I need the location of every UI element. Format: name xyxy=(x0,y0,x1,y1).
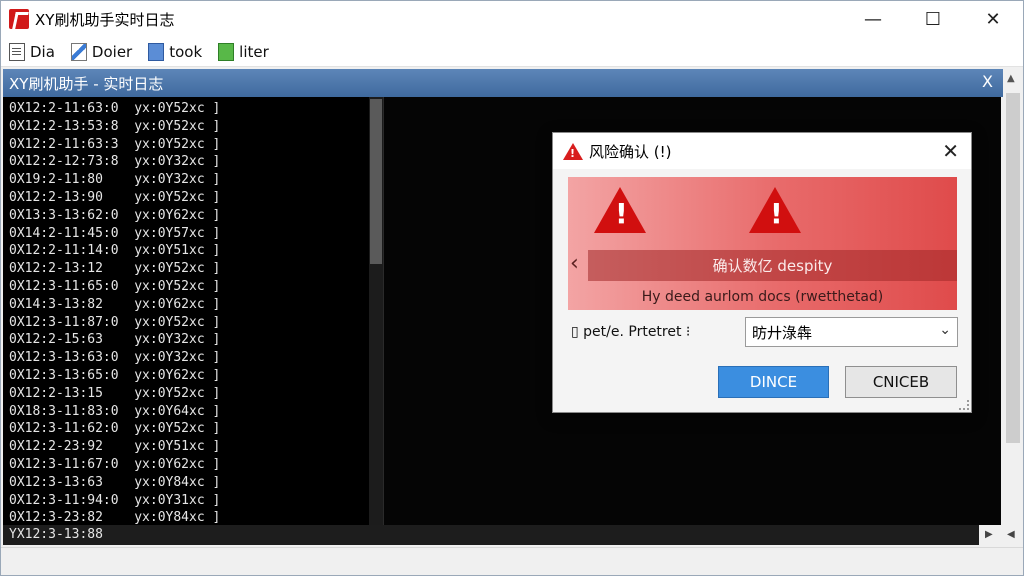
log-line: 0X12:2-11:63:0 yx:0Y52xc ] xyxy=(9,101,221,116)
option-select-value: 昉廾淥犇 xyxy=(752,323,813,342)
log-line: 0X14:3-13:82 yx:0Y62xc ] xyxy=(9,296,221,312)
warning-icon xyxy=(594,187,646,233)
log-line: 0X12:3-11:65:0 yx:0Y52xc ] xyxy=(9,278,221,294)
log-line: 0X12:3-13:63:0 yx:0Y32xc ] xyxy=(9,350,221,366)
option-select[interactable]: 昉廾淥犇 ⌄ xyxy=(745,317,958,347)
log-line: 0X12:2-11:63:3 yx:0Y52xc ] xyxy=(9,136,221,152)
log-line: 0X18:3-11:83:0 yx:0Y64xc ] xyxy=(9,403,221,419)
log-line: 0X12:2-11:14:0 yx:0Y51xc ] xyxy=(9,243,221,259)
log-line: 0X12:2-15:63 yx:0Y32xc ] xyxy=(9,332,221,348)
log-line: 0X12:3-13:63 yx:0Y84xc ] xyxy=(9,474,221,490)
log-line: 0X12:2-13:12 yx:0Y52xc ] xyxy=(9,261,221,277)
option-label: ▯ pet/e. Prtetret ⁝ xyxy=(571,324,691,340)
menu-item-label: took xyxy=(169,42,203,61)
minimize-button[interactable]: — xyxy=(843,1,903,37)
dialog-close-button[interactable]: ✕ xyxy=(942,139,959,163)
warning-icon xyxy=(563,142,583,160)
window-title: XY刷机助手实时日志 xyxy=(35,10,175,29)
pencil-icon xyxy=(70,42,87,61)
horizontal-scrollbar[interactable]: ▶ ◀ xyxy=(979,525,1023,545)
log-panel-header: XY刷机助手 - 实时日志 X xyxy=(3,69,1003,97)
dialog-title: 风险确认 (!) xyxy=(589,142,672,161)
title-bar: XY刷机助手实时日志 — ☐ ✕ xyxy=(1,1,1023,37)
log-line: 0X12:3-23:82 yx:0Y84xc ] xyxy=(9,510,221,525)
close-button[interactable]: ✕ xyxy=(963,1,1023,37)
panel-title: XY刷机助手 - 实时日志 xyxy=(9,74,164,93)
log-status-line: YX12:3-13:88 xyxy=(3,525,979,545)
log-scrollbar-thumb[interactable] xyxy=(370,99,382,264)
chevron-left-icon[interactable]: ‹ xyxy=(570,251,579,276)
app-logo-icon xyxy=(9,9,29,29)
menu-item-liter[interactable]: liter xyxy=(218,42,269,61)
log-line: 0X12:3-11:94:0 yx:0Y31xc ] xyxy=(9,492,221,508)
status-bar xyxy=(1,547,1023,575)
warning-banner: ‹ 确认数亿 despity Hy deed aurlom docs (rwet… xyxy=(568,177,957,310)
menu-item-label: Dia xyxy=(30,42,55,61)
document-icon xyxy=(9,42,25,61)
maximize-button[interactable]: ☐ xyxy=(903,1,963,37)
log-line: 0X12:3-11:87:0 yx:0Y52xc ] xyxy=(9,314,221,330)
menu-item-label: liter xyxy=(239,42,269,61)
log-line: 0X12:2-13:15 yx:0Y52xc ] xyxy=(9,385,221,401)
monitor-icon xyxy=(218,42,235,61)
log-line: 0X12:2-13:53:8 yx:0Y52xc ] xyxy=(9,118,221,134)
menu-item-dia[interactable]: Dia xyxy=(9,42,55,61)
log-line: 0X13:3-13:62:0 yx:0Y62xc ] xyxy=(9,207,221,223)
resize-grip-icon[interactable] xyxy=(959,400,969,410)
banner-headline: 确认数亿 despity xyxy=(588,250,957,281)
risk-confirm-dialog: 风险确认 (!) ✕ ‹ 确认数亿 despity Hy deed aurlom… xyxy=(552,132,972,413)
app-window: XY刷机助手实时日志 — ☐ ✕ Dia Doier took liter XY… xyxy=(0,0,1024,576)
warning-icon xyxy=(749,187,801,233)
menu-item-label: Doier xyxy=(91,42,133,61)
scroll-up-icon[interactable]: ▲ xyxy=(1007,73,1015,84)
dialog-title-bar: 风险确认 (!) ✕ xyxy=(553,133,971,169)
log-pane[interactable]: 0X12:2-11:63:0 yx:0Y52xc ] 0X12:2-13:53:8… xyxy=(3,97,369,525)
panel-close-button[interactable]: X xyxy=(982,72,993,91)
confirm-button[interactable]: DINCE xyxy=(718,366,829,398)
book-icon xyxy=(148,42,165,61)
scroll-left-icon[interactable]: ◀ xyxy=(1007,529,1015,540)
log-line: 0X12:2-23:92 yx:0Y51xc ] xyxy=(9,439,221,455)
option-row: ▯ pet/e. Prtetret ⁝ 昉廾淥犇 ⌄ xyxy=(571,317,959,347)
log-line: 0X12:3-13:65:0 yx:0Y62xc ] xyxy=(9,367,221,383)
menu-item-took[interactable]: took xyxy=(148,42,203,61)
log-line: 0X19:2-11:80 yx:0Y32xc ] xyxy=(9,172,221,188)
vertical-scrollbar[interactable]: ▲ xyxy=(1003,69,1023,525)
log-line: 0X12:2-12:73:8 yx:0Y32xc ] xyxy=(9,154,221,170)
menu-item-doier[interactable]: Doier xyxy=(70,42,133,61)
log-line: 0X12:3-11:67:0 yx:0Y62xc ] xyxy=(9,456,221,472)
vertical-scrollbar-thumb[interactable] xyxy=(1006,93,1020,443)
log-line: 0X12:2-13:90 yx:0Y52xc ] xyxy=(9,189,221,205)
banner-subtext: Hy deed aurlom docs (rwetthetad) xyxy=(641,289,884,305)
scroll-right-icon[interactable]: ▶ xyxy=(985,529,993,540)
cancel-button[interactable]: CNICEB xyxy=(845,366,957,398)
log-line: 0X14:2-11:45:0 yx:0Y57xc ] xyxy=(9,225,221,241)
log-line: 0X12:3-11:62:0 yx:0Y52xc ] xyxy=(9,421,221,437)
chevron-down-icon[interactable]: ⌄ xyxy=(939,322,951,338)
menu-bar: Dia Doier took liter xyxy=(1,37,1023,67)
log-scrollbar[interactable] xyxy=(369,97,383,525)
